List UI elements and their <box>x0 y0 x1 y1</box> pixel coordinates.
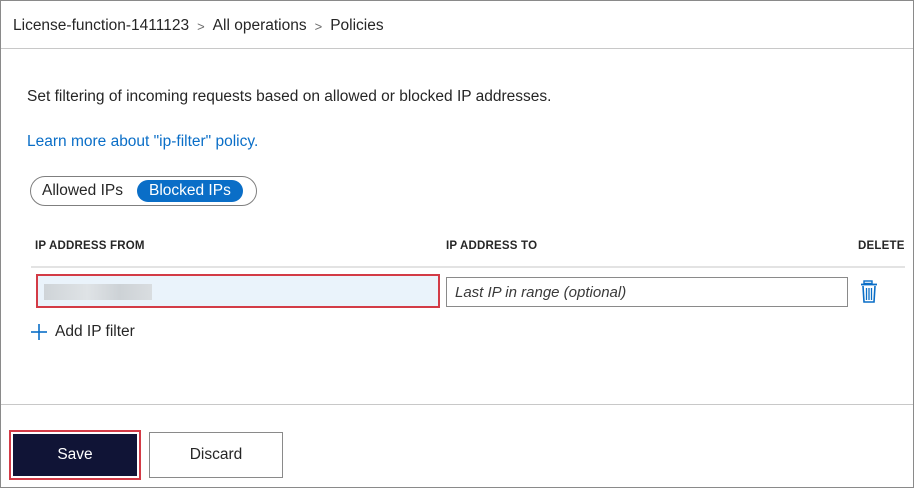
header-divider <box>1 48 913 49</box>
breadcrumb-item-policies: Policies <box>330 17 384 34</box>
add-ip-filter-button[interactable]: Add IP filter <box>29 321 135 343</box>
breadcrumb-item-function[interactable]: License-function-1411123 <box>13 17 189 35</box>
toggle-option-allowed-ips[interactable]: Allowed IPs <box>42 182 123 200</box>
plus-icon <box>31 324 47 340</box>
breadcrumb-separator: > <box>314 18 323 34</box>
learn-more-link[interactable]: Learn more about "ip-filter" policy. <box>27 133 258 151</box>
breadcrumb: License-function-1411123 > All operation… <box>13 15 384 37</box>
column-header-delete: DELETE <box>858 240 905 252</box>
save-button[interactable]: Save <box>13 434 137 476</box>
column-header-ip-from: IP ADDRESS FROM <box>35 240 145 252</box>
ip-to-input[interactable] <box>446 277 848 307</box>
ip-from-input[interactable] <box>36 274 440 308</box>
save-button-highlight: Save <box>9 430 141 480</box>
breadcrumb-separator: > <box>197 18 205 34</box>
footer-divider <box>1 404 913 405</box>
discard-button[interactable]: Discard <box>149 432 283 478</box>
breadcrumb-item-all-operations[interactable]: All operations <box>213 17 307 35</box>
table-header-divider <box>31 266 905 268</box>
toggle-option-blocked-ips[interactable]: Blocked IPs <box>136 180 243 202</box>
column-header-ip-to: IP ADDRESS TO <box>446 240 538 252</box>
redacted-ip-value <box>44 284 152 300</box>
page-description: Set filtering of incoming requests based… <box>27 88 552 105</box>
ip-mode-toggle: Allowed IPs Blocked IPs <box>30 176 257 206</box>
add-ip-filter-label: Add IP filter <box>55 323 135 340</box>
trash-icon[interactable] <box>859 280 879 304</box>
